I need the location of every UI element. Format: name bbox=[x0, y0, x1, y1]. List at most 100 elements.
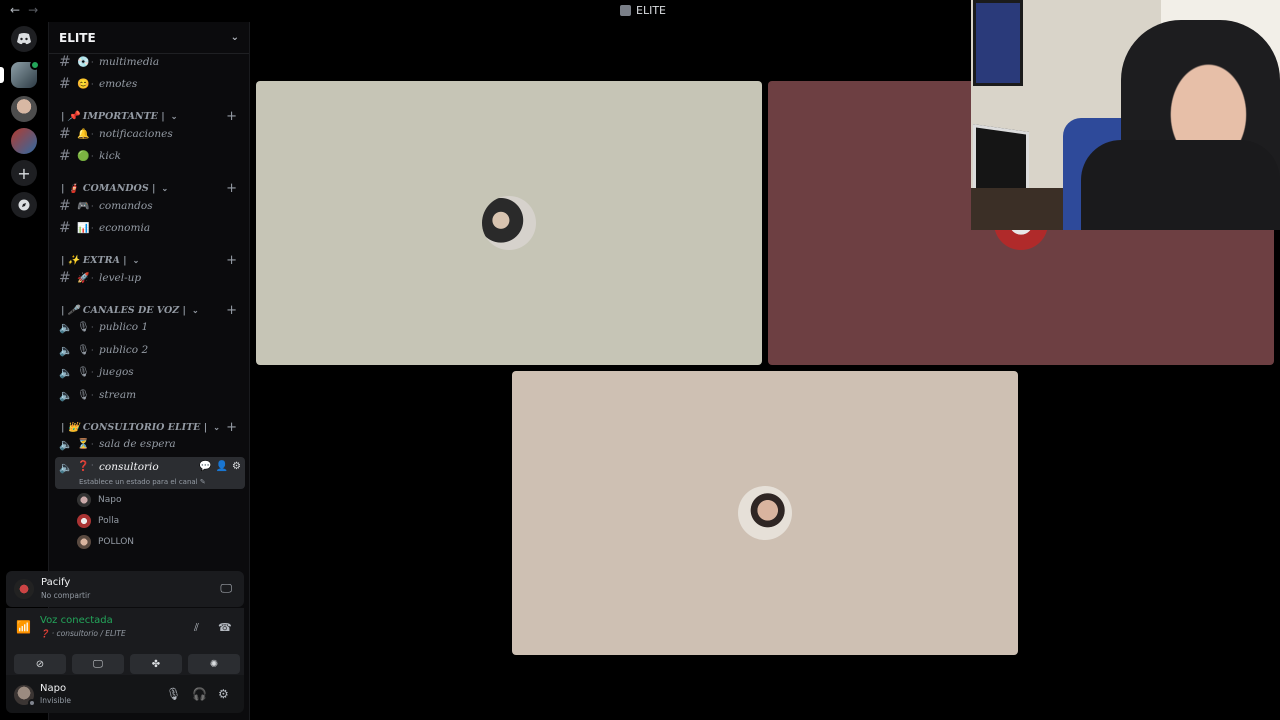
add-channel-icon[interactable]: + bbox=[226, 109, 237, 124]
hash-icon: # bbox=[59, 270, 71, 286]
gear-icon[interactable]: ⚙ bbox=[232, 461, 241, 472]
category-comandos[interactable]: | 🧯 COMANDOS | ⌄ + bbox=[61, 180, 245, 196]
noise-suppression-icon[interactable]: ⫽ bbox=[194, 621, 199, 635]
channel-comandos[interactable]: # 🎮 · comandos bbox=[59, 196, 245, 216]
speaker-icon: 🔈 bbox=[59, 365, 73, 379]
voice-user[interactable]: POLLON bbox=[77, 533, 134, 551]
server-header[interactable]: ELITE ⌄ bbox=[49, 22, 249, 54]
voice-badge bbox=[30, 60, 40, 70]
activity-panel: Pacify No compartir 🖵 bbox=[6, 571, 244, 607]
channel-emotes[interactable]: # 😊 · emotes bbox=[59, 74, 245, 94]
channel-emoji: 🚀 bbox=[77, 272, 90, 284]
channel-level-up[interactable]: # 🚀 · level-up bbox=[59, 268, 245, 288]
category-canales-de-voz[interactable]: | 🎤 CANALES DE VOZ | ⌄ + bbox=[61, 302, 245, 318]
category-extra[interactable]: | ✨ EXTRA | ⌄ + bbox=[61, 252, 245, 268]
hash-icon: # bbox=[59, 76, 71, 92]
channel-emoji: ❓ bbox=[77, 461, 90, 472]
invite-icon[interactable]: 👤 bbox=[216, 461, 228, 472]
channel-emoji: 🎙 bbox=[77, 344, 90, 356]
hash-icon: # bbox=[59, 198, 71, 214]
share-screen-icon[interactable]: 🖵 bbox=[220, 581, 232, 596]
channel-emoji: 🎙 bbox=[77, 366, 90, 378]
chevron-down-icon: ⌄ bbox=[170, 111, 178, 121]
forward-arrow-icon[interactable]: → bbox=[28, 3, 38, 17]
window-title-text: ELITE bbox=[636, 4, 666, 17]
add-server-icon[interactable]: + bbox=[11, 160, 37, 186]
voice-channel-publico-2[interactable]: 🔈 🎙 · publico 2 bbox=[59, 340, 245, 360]
soundboard-button[interactable]: ✺ bbox=[188, 654, 240, 674]
voice-user[interactable]: Napo bbox=[77, 491, 121, 509]
history-nav: ← → bbox=[10, 3, 46, 17]
add-channel-icon[interactable]: + bbox=[226, 181, 237, 196]
hash-icon: # bbox=[59, 126, 71, 142]
channel-emoji: 🎙 bbox=[77, 389, 90, 401]
channel-label: emotes bbox=[99, 78, 138, 90]
screen-share-button[interactable]: 🖵 bbox=[72, 654, 124, 674]
add-channel-icon[interactable]: + bbox=[226, 303, 237, 318]
explore-icon[interactable] bbox=[11, 192, 37, 218]
speaker-icon: 🔈 bbox=[59, 461, 73, 474]
soundboard-icon: ✺ bbox=[209, 658, 219, 670]
channel-label: publico 1 bbox=[99, 321, 149, 333]
speaker-icon: 🔈 bbox=[59, 437, 73, 451]
voice-channel-publico-1[interactable]: 🔈 🎙 · publico 1 bbox=[59, 317, 245, 337]
user-name: Napo bbox=[40, 683, 67, 694]
activities-icon: ✤ bbox=[151, 658, 161, 670]
server-name: ELITE bbox=[59, 30, 96, 45]
channel-label: juegos bbox=[99, 366, 134, 378]
voice-status-sub[interactable]: ❓ · consultorio / ELITE bbox=[40, 629, 126, 638]
participant-avatar bbox=[482, 196, 536, 250]
channel-status[interactable]: Establece un estado para el canal ✎ bbox=[79, 478, 206, 486]
channel-label: notificaciones bbox=[99, 128, 173, 140]
channel-kick[interactable]: # 🟢 · kick bbox=[59, 146, 245, 166]
channel-label: multimedia bbox=[99, 56, 160, 68]
server-avatar-icon[interactable] bbox=[11, 96, 37, 122]
channel-label: consultorio bbox=[99, 461, 159, 473]
window-title: ELITE bbox=[620, 4, 666, 17]
avatar[interactable] bbox=[14, 685, 36, 707]
voice-channel-stream[interactable]: 🔈 🎙 · stream bbox=[59, 385, 245, 405]
chat-icon[interactable]: 💬 bbox=[199, 461, 211, 472]
gear-icon[interactable]: ⚙ bbox=[218, 687, 229, 701]
voice-channel-sala-de-espera[interactable]: 🔈 ⏳ · sala de espera bbox=[59, 434, 245, 454]
hash-icon: # bbox=[59, 54, 71, 70]
category-consultorio-elite[interactable]: | 👑 CONSULTORIO ELITE | ⌄ + bbox=[61, 419, 245, 435]
avatar bbox=[77, 514, 91, 528]
voice-channel-consultorio[interactable]: 🔈 ❓ · consultorio Establece un estado para … bbox=[55, 457, 245, 489]
participant-tile[interactable] bbox=[512, 371, 1018, 655]
chevron-down-icon: ⌄ bbox=[132, 255, 140, 265]
channel-emoji: ⏳ bbox=[77, 438, 90, 450]
camera-button[interactable]: ⊘ bbox=[14, 654, 66, 674]
channel-emoji: 🎮 bbox=[77, 200, 90, 212]
channel-label: stream bbox=[99, 389, 137, 401]
headphones-icon[interactable]: 🎧 bbox=[192, 687, 207, 701]
back-arrow-icon[interactable]: ← bbox=[10, 3, 20, 17]
participant-tile[interactable] bbox=[256, 81, 762, 365]
hash-icon: # bbox=[59, 220, 71, 236]
voice-channel-juegos[interactable]: 🔈 🎙 · juegos bbox=[59, 362, 245, 382]
channel-label: comandos bbox=[99, 200, 153, 212]
category-importante[interactable]: | 📌 IMPORTANTE | ⌄ + bbox=[61, 108, 245, 124]
channel-label: kick bbox=[99, 150, 121, 162]
camera-off-icon: ⊘ bbox=[35, 658, 45, 670]
avatar bbox=[77, 493, 91, 507]
participant-avatar bbox=[738, 486, 792, 540]
add-channel-icon[interactable]: + bbox=[226, 253, 237, 268]
microphone-icon[interactable]: 🎙 bbox=[166, 687, 181, 701]
voice-status-title[interactable]: Voz conectada bbox=[40, 615, 113, 626]
voice-user[interactable]: Polla bbox=[77, 512, 119, 530]
disconnect-icon[interactable]: ☎ bbox=[218, 621, 232, 634]
signal-icon[interactable]: 📶 bbox=[16, 620, 31, 634]
channel-notificaciones[interactable]: # 🔔 · notificaciones bbox=[59, 124, 245, 144]
activities-button[interactable]: ✤ bbox=[130, 654, 182, 674]
chevron-down-icon: ⌄ bbox=[230, 32, 239, 43]
screen-share-icon: 🖵 bbox=[93, 658, 103, 670]
channel-economia[interactable]: # 📊 · economia bbox=[59, 218, 245, 238]
server-elite-icon[interactable] bbox=[0, 60, 40, 88]
channel-label: level-up bbox=[99, 272, 142, 284]
server-avatar-icon[interactable] bbox=[11, 128, 37, 154]
add-channel-icon[interactable]: + bbox=[226, 420, 237, 435]
channel-multimedia[interactable]: # 💿 · multimedia bbox=[59, 52, 245, 72]
discord-home-icon[interactable] bbox=[11, 26, 37, 52]
speaker-icon: 🔈 bbox=[59, 320, 73, 334]
